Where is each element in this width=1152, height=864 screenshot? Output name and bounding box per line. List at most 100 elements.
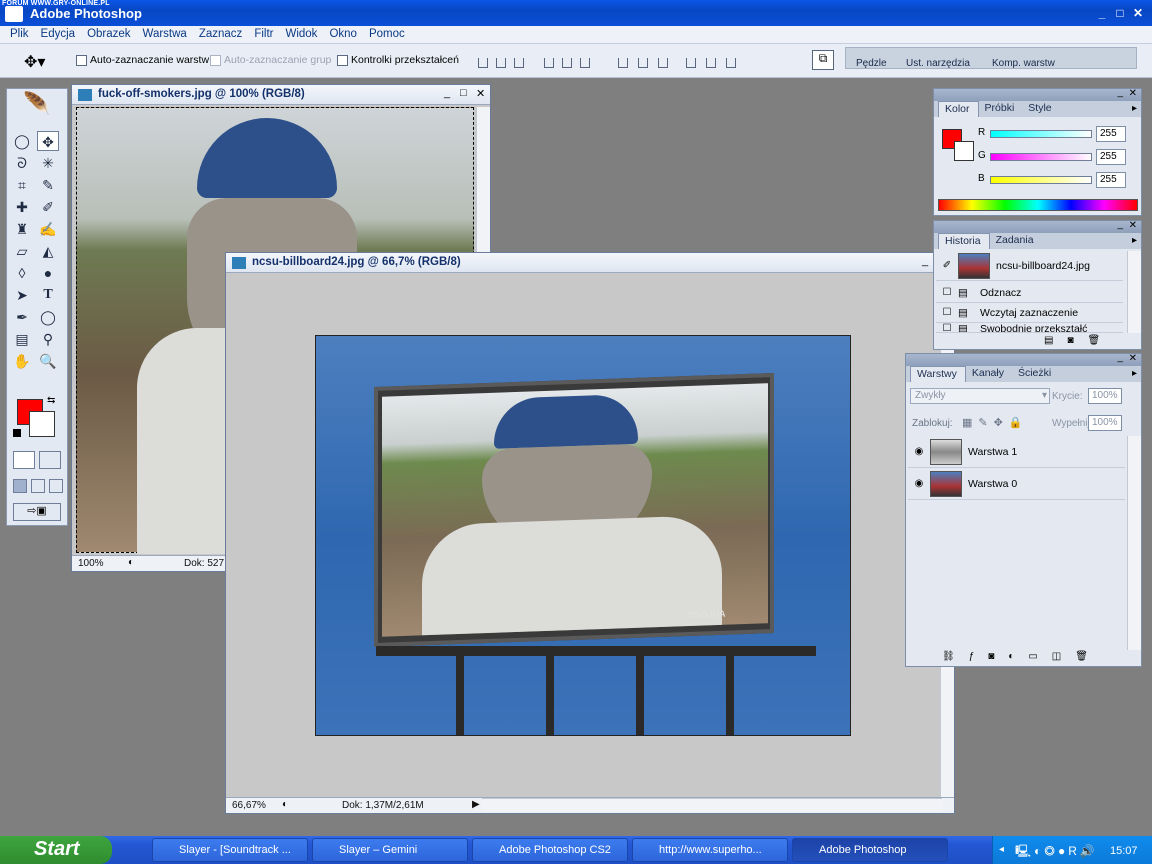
- channel-g-slider[interactable]: [990, 153, 1092, 161]
- clone-stamp-icon[interactable]: ♜: [11, 219, 33, 239]
- tray-expand-icon[interactable]: ◂: [999, 844, 1004, 855]
- history-item-row[interactable]: ☐ ▤ Swobodnie przekształć: [936, 323, 1123, 333]
- screen-mode-standard-icon[interactable]: [13, 479, 27, 493]
- move-tool-icon[interactable]: ✥: [37, 131, 59, 151]
- channel-b-value[interactable]: 255: [1096, 172, 1126, 188]
- shape-tool-icon[interactable]: ◯: [37, 307, 59, 327]
- tab-warstwy[interactable]: Warstwy: [910, 366, 966, 382]
- eraser-tool-icon[interactable]: ▱: [11, 241, 33, 261]
- history-scrollbar[interactable]: [1127, 251, 1141, 333]
- brush-tool-icon[interactable]: ✐: [37, 197, 59, 217]
- taskbar-item-slayer-gemini[interactable]: Slayer – Gemini: [312, 838, 468, 862]
- menu-obrazek[interactable]: Obrazek: [81, 26, 136, 43]
- align-top-icon[interactable]: [478, 58, 488, 68]
- pen-tool-icon[interactable]: ✒: [11, 307, 33, 327]
- maximize-icon[interactable]: □: [1112, 6, 1128, 20]
- align-bottom-icon[interactable]: [514, 58, 524, 68]
- tab-historia[interactable]: Historia: [938, 233, 990, 249]
- menu-plik[interactable]: Plik: [4, 26, 35, 43]
- doc1-maximize-icon[interactable]: □: [460, 87, 467, 99]
- layer-row[interactable]: ◉ Warstwa 1: [908, 436, 1125, 468]
- hand-tool-icon[interactable]: ✋: [11, 351, 33, 371]
- distribute-bottom-icon[interactable]: [658, 58, 668, 68]
- screen-mode-full-icon[interactable]: [49, 479, 63, 493]
- well-tab-layer-comps[interactable]: Komp. warstw: [992, 58, 1055, 69]
- history-palette-close-icon[interactable]: ✕: [1129, 220, 1137, 231]
- tab-kanaly[interactable]: Kanały: [966, 366, 1012, 382]
- channel-b-slider[interactable]: [990, 176, 1092, 184]
- auto-select-layer-option[interactable]: Auto-zaznaczanie warstw: [76, 54, 209, 66]
- history-palette-minimize-icon[interactable]: _: [1117, 219, 1123, 230]
- layers-palette-minimize-icon[interactable]: _: [1117, 352, 1123, 363]
- history-brush-icon[interactable]: ✍: [37, 219, 59, 239]
- distribute-vcenter-icon[interactable]: [638, 58, 648, 68]
- distribute-right-icon[interactable]: [726, 58, 736, 68]
- auto-select-layer-checkbox[interactable]: [76, 54, 87, 66]
- transform-controls-option[interactable]: Kontrolki przekształceń: [337, 54, 459, 66]
- layers-scrollbar[interactable]: [1127, 436, 1141, 650]
- background-color-swatch[interactable]: [29, 411, 55, 437]
- blur-tool-icon[interactable]: ◊: [11, 263, 33, 283]
- doc2-canvas-photo[interactable]: CSOJUA: [315, 335, 851, 736]
- tab-kolor[interactable]: Kolor: [938, 101, 979, 117]
- burn-tool-icon[interactable]: ●: [37, 263, 59, 283]
- lock-icons[interactable]: ▦✎✥🔒: [962, 416, 1029, 429]
- crop-tool-icon[interactable]: ⌗: [11, 175, 33, 195]
- swap-colors-icon[interactable]: ⇆: [47, 395, 55, 406]
- layer-row[interactable]: ◉ Warstwa 0: [908, 468, 1125, 500]
- color-palette-menu-icon[interactable]: ▸: [1132, 103, 1137, 114]
- well-tab-tool-presets[interactable]: Ust. narzędzia: [906, 58, 970, 69]
- distribute-left-icon[interactable]: [686, 58, 696, 68]
- align-vcenter-icon[interactable]: [496, 58, 506, 68]
- distribute-hcenter-icon[interactable]: [706, 58, 716, 68]
- menu-edycja[interactable]: Edycja: [35, 26, 82, 43]
- taskbar-item-photoshop-cs2[interactable]: Adobe Photoshop CS2: [472, 838, 628, 862]
- color-palette-minimize-icon[interactable]: _: [1117, 87, 1123, 98]
- menu-okno[interactable]: Okno: [323, 26, 363, 43]
- color-palette-close-icon[interactable]: ✕: [1129, 88, 1137, 99]
- zoom-tool-icon[interactable]: 🔍: [37, 351, 59, 371]
- type-tool-icon[interactable]: T: [37, 285, 59, 305]
- layers-palette-close-icon[interactable]: ✕: [1129, 353, 1137, 364]
- history-palette-menu-icon[interactable]: ▸: [1132, 235, 1137, 246]
- close-icon[interactable]: ✕: [1130, 6, 1146, 20]
- doc1-minimize-icon[interactable]: _: [444, 87, 450, 99]
- tab-sciezki[interactable]: Ścieżki: [1012, 366, 1059, 382]
- doc1-status-menu-icon[interactable]: ◐: [128, 557, 134, 568]
- move-tool-preset-icon[interactable]: ✥▾: [24, 52, 45, 72]
- align-right-icon[interactable]: [580, 58, 590, 68]
- doc1-zoom[interactable]: 100%: [78, 558, 104, 569]
- fill-input[interactable]: 100%: [1088, 415, 1122, 431]
- doc1-close-icon[interactable]: ✕: [476, 87, 485, 100]
- tray-icons[interactable]: 🖳◐◎●R🔊: [1015, 842, 1098, 863]
- start-button[interactable]: Start: [0, 836, 112, 864]
- notes-tool-icon[interactable]: ▤: [11, 329, 33, 349]
- default-colors-icon[interactable]: [13, 429, 21, 437]
- layers-palette-header[interactable]: _ ✕: [906, 352, 1141, 366]
- menu-pomoc[interactable]: Pomoc: [363, 26, 411, 43]
- doc2-zoom[interactable]: 66,67%: [232, 800, 266, 811]
- doc2-status-arrow-icon[interactable]: ▶: [472, 799, 480, 810]
- taskbar-item-browser[interactable]: http://www.superho...: [632, 838, 788, 862]
- doc2-horizontal-scrollbar[interactable]: [482, 798, 942, 812]
- history-snapshot-row[interactable]: ✐ ncsu-billboard24.jpg: [936, 251, 1123, 281]
- layers-footer-icons[interactable]: ⛓ƒ◙◐▭◫🗑: [942, 651, 1102, 662]
- history-item-row[interactable]: ☐ ▤ Odznacz: [936, 283, 1123, 303]
- palette-well-icon[interactable]: ⧉: [812, 50, 834, 70]
- tab-style[interactable]: Style: [1022, 101, 1059, 117]
- opacity-input[interactable]: 100%: [1088, 388, 1122, 404]
- eye-icon[interactable]: ◉: [908, 446, 930, 457]
- minimize-icon[interactable]: _: [1094, 6, 1110, 20]
- menu-widok[interactable]: Widok: [279, 26, 323, 43]
- tab-zadania[interactable]: Zadania: [990, 233, 1042, 249]
- history-source-brush-icon[interactable]: ✐: [936, 260, 958, 271]
- slice-tool-icon[interactable]: ✎: [37, 175, 59, 195]
- align-left-icon[interactable]: [544, 58, 554, 68]
- magic-wand-tool-icon[interactable]: ✳: [37, 153, 59, 173]
- color-palette-header[interactable]: _ ✕: [934, 87, 1141, 101]
- menu-warstwa[interactable]: Warstwa: [137, 26, 193, 43]
- channel-r-value[interactable]: 255: [1096, 126, 1126, 142]
- history-item-row[interactable]: ☐ ▤ Wczytaj zaznaczenie: [936, 303, 1123, 323]
- paint-bucket-icon[interactable]: ◭: [37, 241, 59, 261]
- history-footer-icons[interactable]: ▤◙🗑: [1044, 335, 1114, 346]
